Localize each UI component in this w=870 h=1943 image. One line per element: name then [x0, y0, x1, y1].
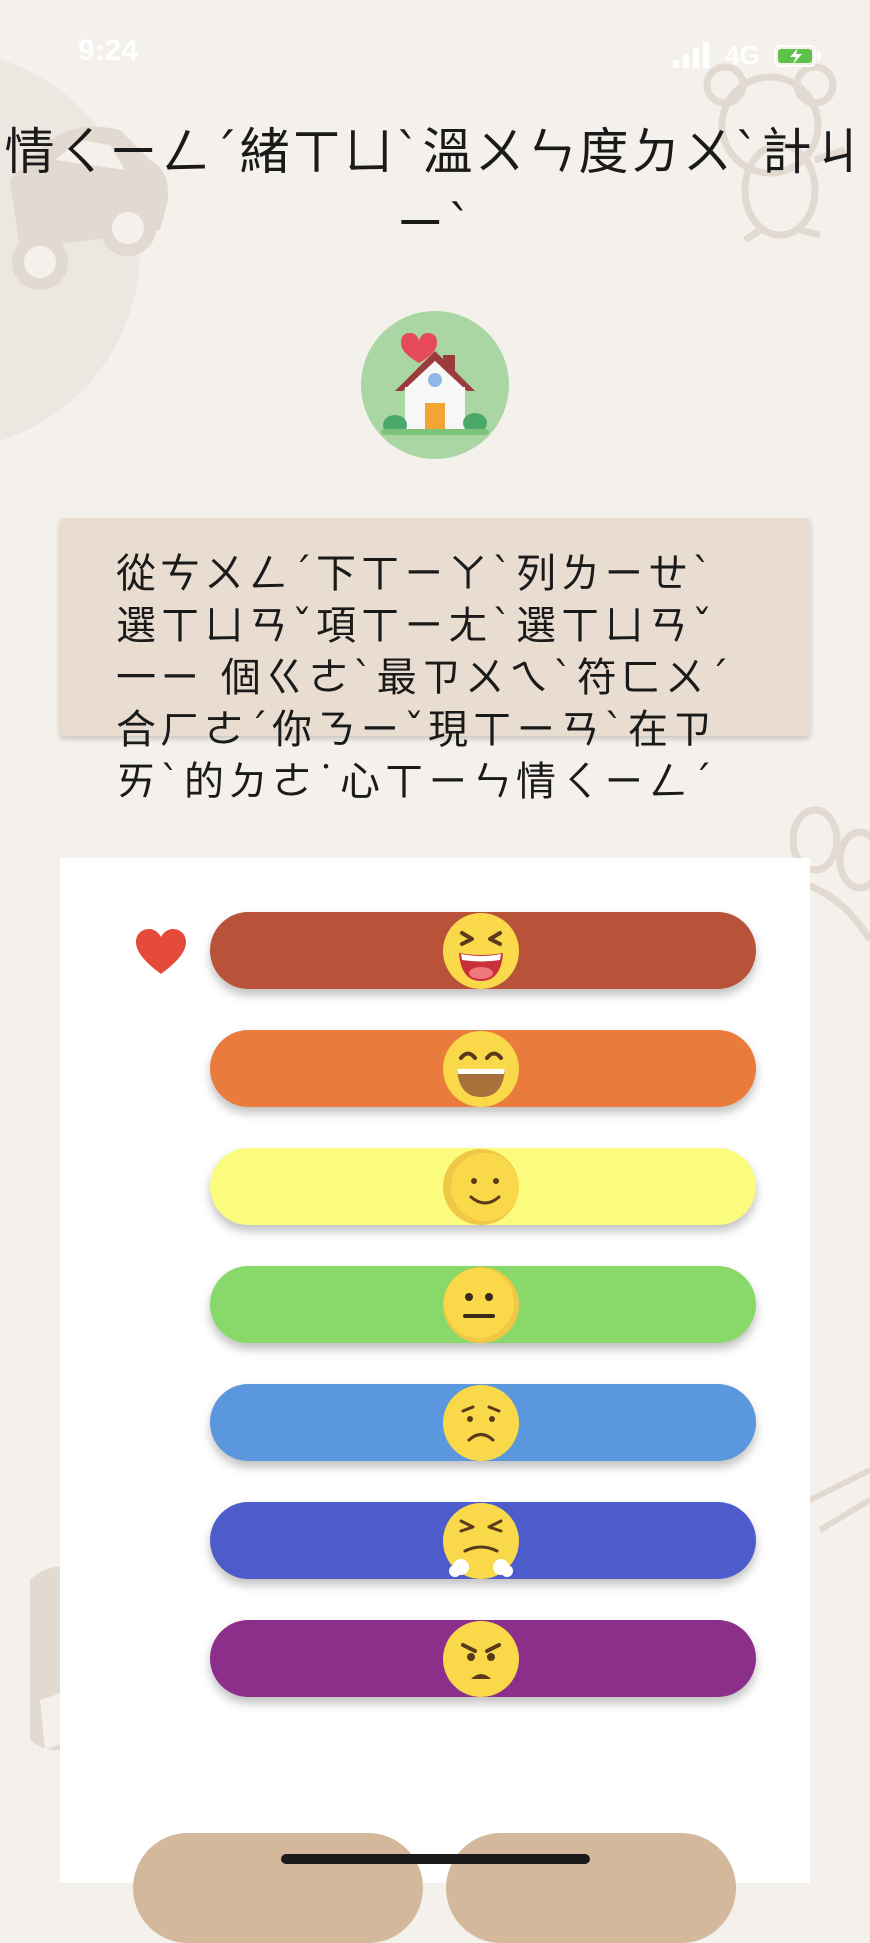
frowning-face-icon: [443, 1385, 519, 1461]
mood-panel: laughing grinning smiling neutra: [60, 858, 810, 1883]
huffing-face-icon: [443, 1503, 519, 1579]
previous-button[interactable]: [133, 1833, 423, 1943]
network-type: 4G: [725, 40, 760, 70]
paper-plane-icon: [808, 1467, 870, 1533]
laughing-face-icon: [443, 913, 519, 989]
page-title: 情ㄑㄧㄥˊ緒ㄒㄩˋ溫ㄨㄣ度ㄉㄨˋ計ㄐㄧˋ: [4, 123, 866, 253]
home-indicator: [281, 1854, 590, 1864]
mood-option-neutral[interactable]: neutral: [210, 1266, 756, 1343]
heart-icon: [136, 929, 186, 974]
mood-option-angry[interactable]: angry: [210, 1620, 756, 1697]
signal-strength-icon: [673, 42, 709, 68]
mood-option-grinning[interactable]: grinning: [210, 1030, 756, 1107]
mood-label: smiling: [210, 1148, 211, 1149]
next-button[interactable]: [446, 1833, 736, 1943]
mood-label: neutral: [210, 1266, 211, 1267]
mood-label: sad: [210, 1384, 211, 1385]
home-heart-icon: [381, 333, 489, 435]
mood-label: frustrated: [210, 1502, 211, 1503]
app-logo: [361, 311, 509, 459]
mood-option-sad[interactable]: sad: [210, 1384, 756, 1461]
mood-option-laughing[interactable]: laughing: [210, 912, 756, 989]
mood-label: grinning: [210, 1030, 211, 1031]
instruction-text: 從ㄘㄨㄥˊ下ㄒㄧㄚˋ列ㄌㄧㄝˋ選ㄒㄩㄢˇ項ㄒㄧㄤˋ選ㄒㄩㄢˇ一ㄧ 個ㄍㄜˋ最ㄗㄨ…: [116, 551, 733, 805]
status-bar: 9:24 4G: [0, 0, 870, 110]
mood-option-smiling[interactable]: smiling: [210, 1148, 756, 1225]
mood-label: laughing: [210, 912, 211, 913]
instruction-card: 從ㄘㄨㄥˊ下ㄒㄧㄚˋ列ㄌㄧㄝˋ選ㄒㄩㄢˇ項ㄒㄧㄤˋ選ㄒㄩㄢˇ一ㄧ 個ㄍㄜˋ最ㄗㄨ…: [60, 518, 810, 805]
mood-label: angry: [210, 1620, 211, 1621]
mood-option-frustrated[interactable]: frustrated: [210, 1502, 756, 1579]
battery-charging-icon: [774, 45, 821, 67]
status-time: 9:24: [78, 34, 139, 67]
grinning-face-icon: [443, 1031, 519, 1107]
angry-face-icon: [443, 1621, 519, 1697]
smiling-face-icon: [443, 1149, 519, 1225]
neutral-face-icon: [443, 1267, 519, 1343]
